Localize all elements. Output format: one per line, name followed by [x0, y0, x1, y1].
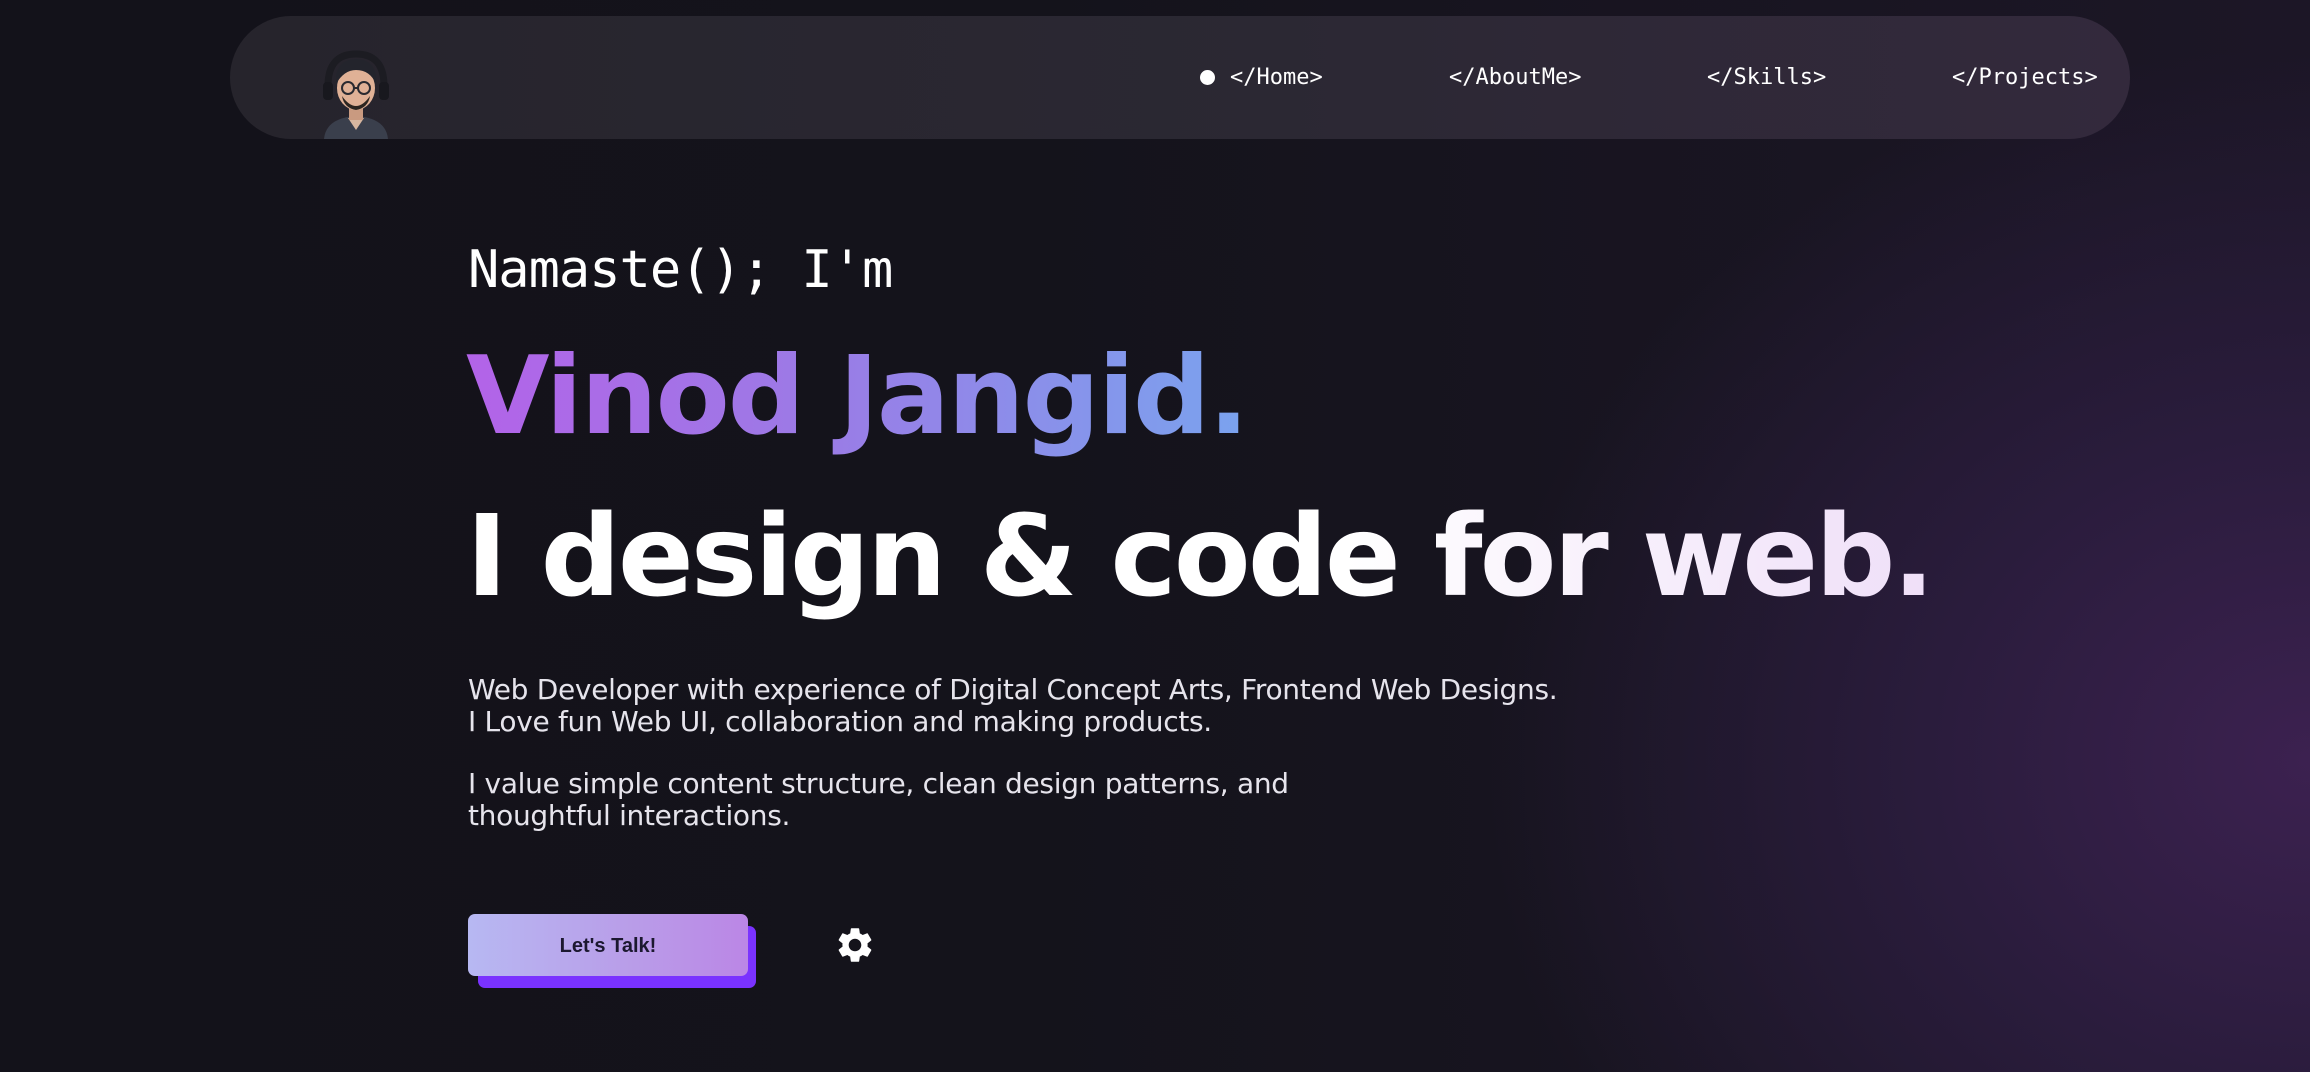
- hero-tagline: I design & code for web.: [466, 492, 1935, 622]
- nav-item-aboutme[interactable]: </AboutMe>: [1449, 16, 1581, 139]
- hero-name: Vinod Jangid.: [466, 334, 1249, 459]
- navbar: </Home> </AboutMe> </Skills> </Projects>: [230, 16, 2130, 139]
- avatar-icon[interactable]: [318, 46, 394, 139]
- gear-icon[interactable]: [834, 924, 876, 966]
- nav-item-projects[interactable]: </Projects>: [1952, 16, 2098, 139]
- nav-item-home[interactable]: </Home>: [1230, 16, 1323, 139]
- active-nav-indicator: [1200, 70, 1215, 85]
- values-paragraph: I value simple content structure, clean …: [468, 767, 1289, 832]
- greeting-text: Namaste(); I'm: [468, 240, 893, 300]
- lets-talk-button[interactable]: Let's Talk!: [468, 914, 748, 976]
- intro-paragraph: Web Developer with experience of Digital…: [468, 673, 1558, 738]
- nav-item-skills[interactable]: </Skills>: [1707, 16, 1826, 139]
